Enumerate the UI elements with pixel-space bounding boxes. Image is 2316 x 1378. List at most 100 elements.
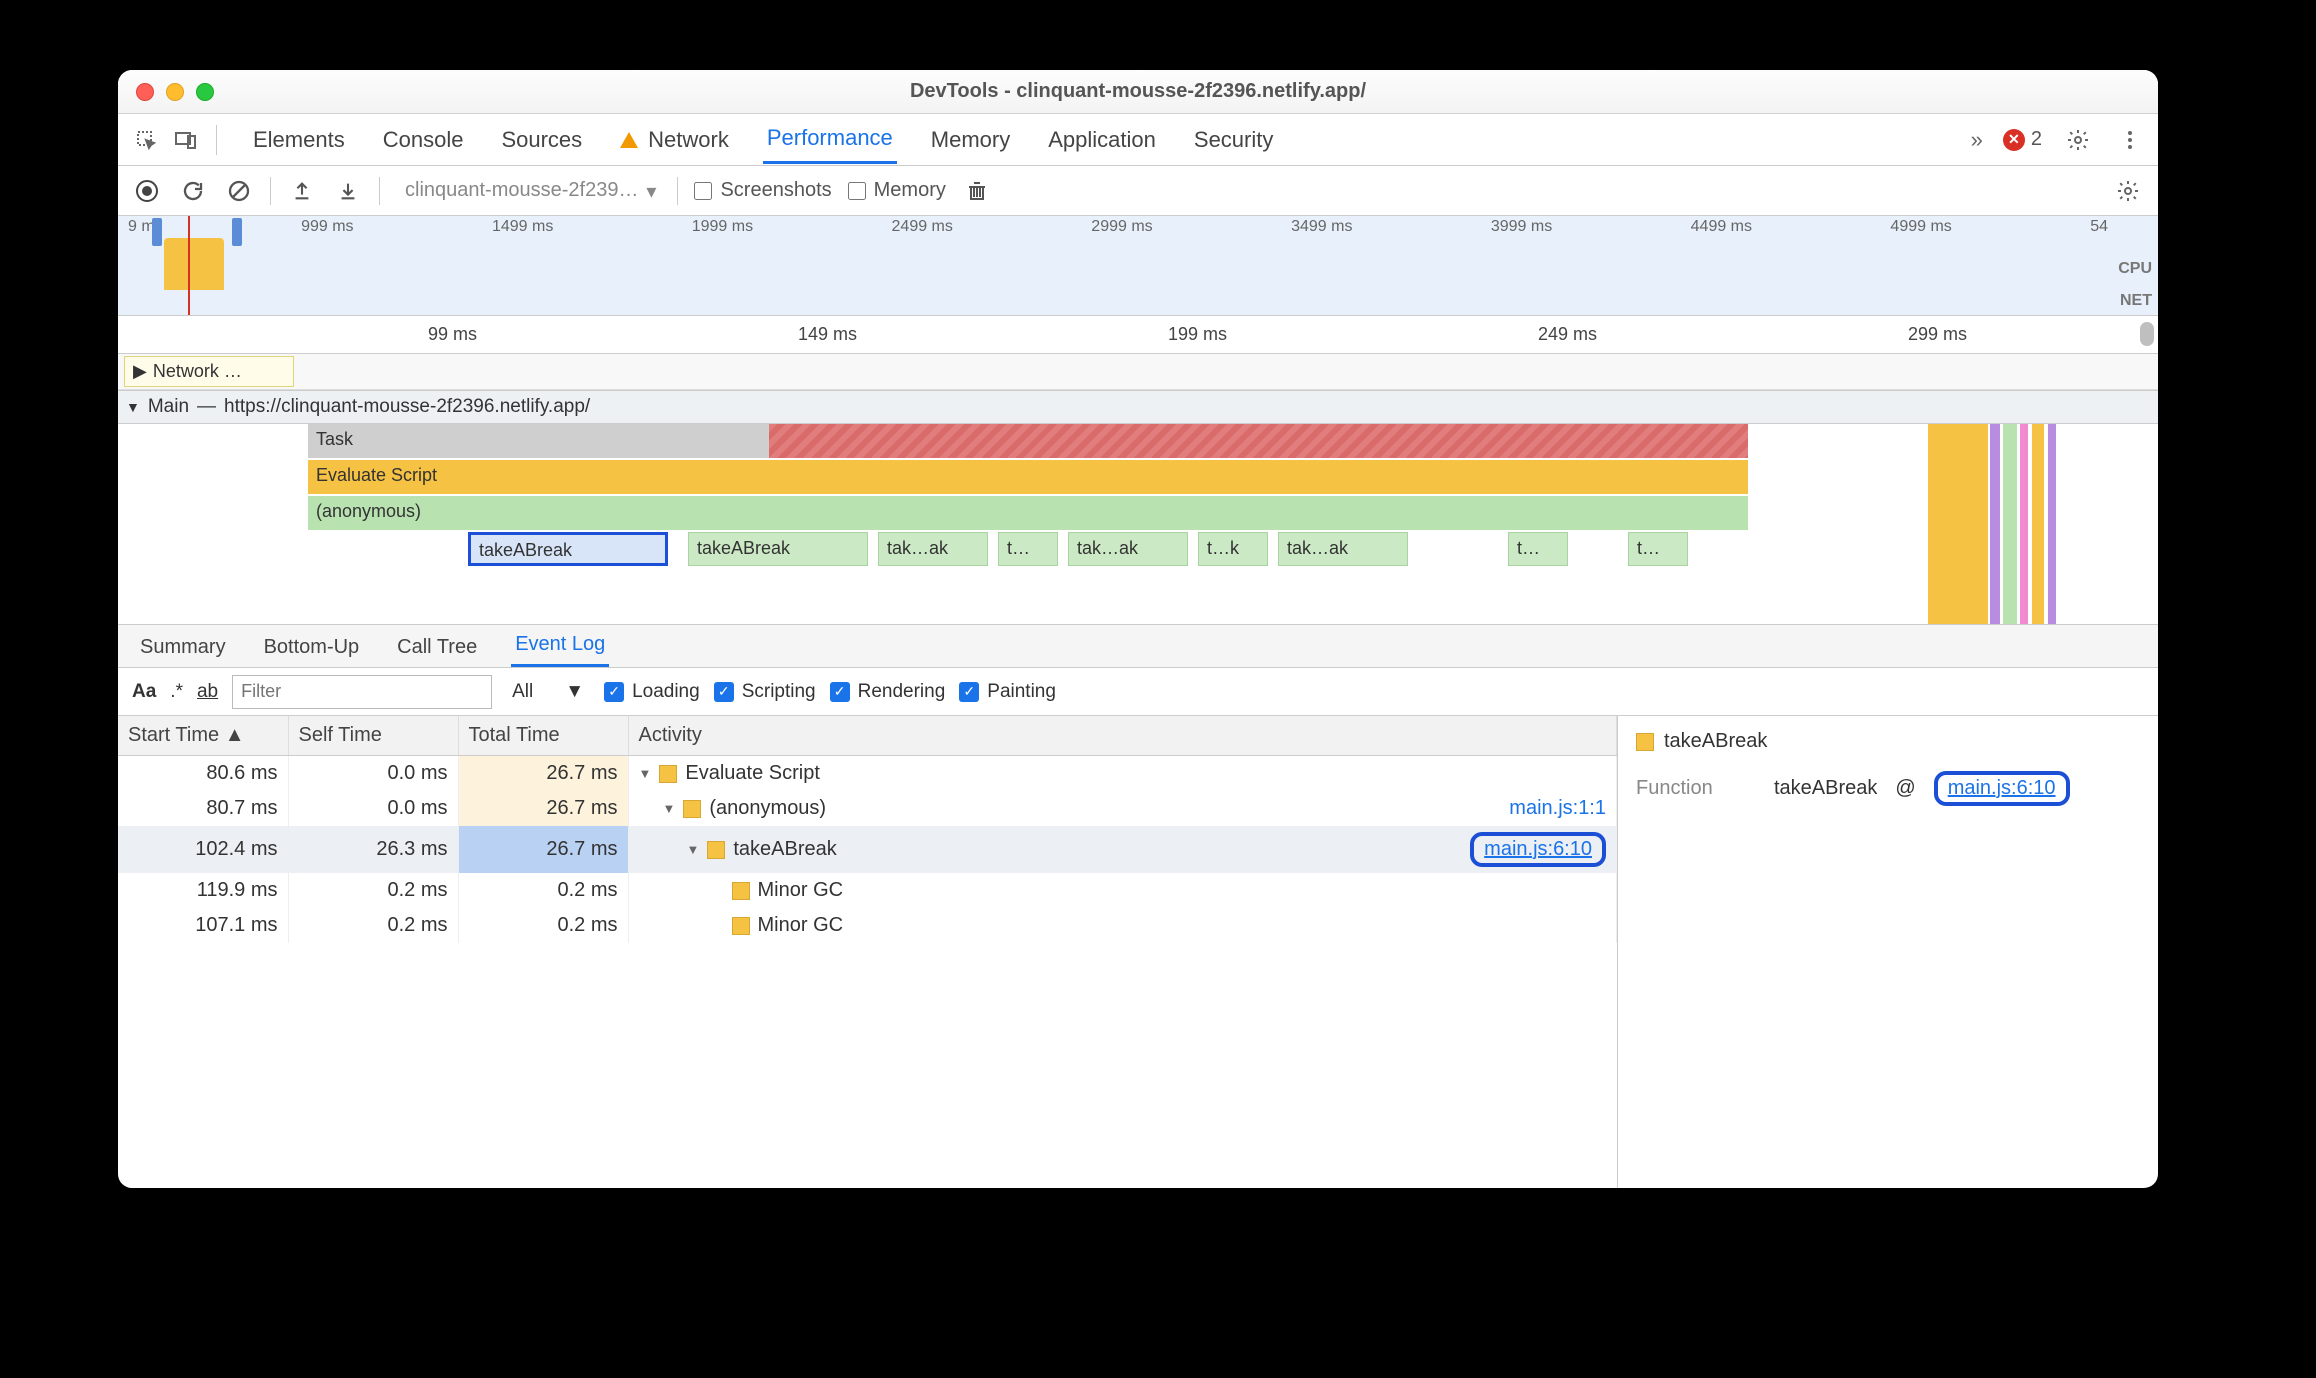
script-icon — [732, 882, 750, 900]
level-select[interactable]: All▼ — [506, 681, 590, 703]
inspect-icon[interactable] — [130, 124, 162, 156]
event-row[interactable]: 80.7 ms0.0 ms26.7 ms▼(anonymous)main.js:… — [118, 791, 1617, 826]
window-title: DevTools - clinquant-mousse-2f2396.netli… — [118, 80, 2158, 103]
event-row[interactable]: 80.6 ms0.0 ms26.7 ms▼Evaluate Script — [118, 756, 1617, 792]
filter-loading[interactable]: ✓Loading — [604, 681, 700, 703]
error-icon: ✕ — [2003, 129, 2025, 151]
detail-tab-eventlog[interactable]: Event Log — [511, 625, 609, 667]
tab-security[interactable]: Security — [1190, 115, 1277, 164]
flame-call[interactable]: tak…ak — [878, 532, 988, 566]
details-title: takeABreak — [1664, 730, 1767, 753]
download-button[interactable] — [333, 176, 363, 206]
flame-call[interactable]: takeABreak — [688, 532, 868, 566]
network-track[interactable]: ▶ Network … — [118, 354, 2158, 390]
source-link-circled: main.js:6:10 — [1470, 832, 1606, 867]
tab-sources[interactable]: Sources — [497, 115, 586, 164]
filter-scripting[interactable]: ✓Scripting — [714, 681, 816, 703]
flame-call[interactable]: t…k — [1198, 532, 1268, 566]
event-row[interactable]: 102.4 ms26.3 ms26.7 ms▼takeABreakmain.js… — [118, 826, 1617, 873]
source-link[interactable]: main.js:6:10 — [1484, 838, 1592, 860]
flame-ruler[interactable]: 99 ms 149 ms 199 ms 249 ms 299 ms — [118, 316, 2158, 354]
main-track-label: Main — [148, 396, 189, 418]
activity-name: Minor GC — [758, 914, 844, 937]
error-count-badge[interactable]: ✕ 2 — [2003, 128, 2042, 151]
flame-call[interactable]: t… — [1628, 532, 1688, 566]
regex-toggle[interactable]: .* — [170, 681, 183, 703]
chevron-down-icon[interactable]: ▼ — [639, 766, 652, 781]
script-icon — [659, 765, 677, 783]
tab-elements[interactable]: Elements — [249, 115, 349, 164]
activity-name: (anonymous) — [709, 797, 826, 820]
main-track-url: https://clinquant-mousse-2f2396.netlify.… — [224, 396, 590, 418]
devtools-window: DevTools - clinquant-mousse-2f2396.netli… — [118, 70, 2158, 1188]
filter-rendering[interactable]: ✓Rendering — [830, 681, 946, 703]
flame-anonymous[interactable]: (anonymous) — [308, 496, 1748, 530]
filter-bar: Aa .* ab All▼ ✓Loading ✓Scripting ✓Rende… — [118, 668, 2158, 716]
flame-chart[interactable]: Task Evaluate Script (anonymous) takeABr… — [118, 424, 2158, 624]
collect-garbage-icon[interactable] — [962, 176, 992, 206]
filter-input[interactable] — [232, 675, 492, 709]
device-mode-icon[interactable] — [170, 124, 202, 156]
overview-cpu-thumb — [164, 238, 224, 290]
record-button[interactable] — [132, 176, 162, 206]
detail-split: Start Time ▲ Self Time Total Time Activi… — [118, 716, 2158, 1188]
tab-console[interactable]: Console — [379, 115, 468, 164]
detail-tab-bottomup[interactable]: Bottom-Up — [260, 628, 364, 667]
details-source-link-circled: main.js:6:10 — [1934, 771, 2070, 806]
script-icon — [1636, 733, 1654, 751]
source-link[interactable]: main.js:1:1 — [1509, 797, 1606, 819]
memory-checkbox[interactable]: Memory — [848, 179, 946, 202]
details-panel: takeABreak Function takeABreak @ main.js… — [1618, 716, 2158, 1188]
screenshots-checkbox[interactable]: Screenshots — [694, 179, 831, 202]
filter-painting[interactable]: ✓Painting — [959, 681, 1056, 703]
panel-tabs-row: Elements Console Sources Network Perform… — [118, 114, 2158, 166]
flame-call[interactable]: tak…ak — [1278, 532, 1408, 566]
detail-tabs: Summary Bottom-Up Call Tree Event Log — [118, 624, 2158, 668]
flame-task[interactable]: Task — [308, 424, 1748, 458]
network-disclosure[interactable]: ▶ Network … — [124, 356, 294, 387]
flame-call-selected[interactable]: takeABreak — [468, 532, 668, 566]
flame-call[interactable]: t… — [1508, 532, 1568, 566]
activity-name: takeABreak — [733, 838, 836, 861]
overview-net-label: NET — [2120, 292, 2152, 310]
main-track-header[interactable]: ▼ Main — https://clinquant-mousse-2f2396… — [118, 390, 2158, 424]
details-source-link[interactable]: main.js:6:10 — [1948, 777, 2056, 799]
panel-tabs: Elements Console Sources Network Perform… — [249, 115, 1277, 164]
event-log-table[interactable]: Start Time ▲ Self Time Total Time Activi… — [118, 716, 1618, 1188]
tab-application[interactable]: Application — [1044, 115, 1160, 164]
scrollbar-thumb[interactable] — [2140, 322, 2154, 346]
page-selector[interactable]: clinquant-mousse-2f239… — [396, 176, 661, 205]
chevron-down-icon[interactable]: ▼ — [663, 801, 676, 816]
flame-call[interactable]: tak…ak — [1068, 532, 1188, 566]
case-sensitive-toggle[interactable]: Aa — [132, 681, 156, 703]
match-whole-toggle[interactable]: ab — [197, 681, 218, 703]
upload-button[interactable] — [287, 176, 317, 206]
detail-tab-calltree[interactable]: Call Tree — [393, 628, 481, 667]
capture-settings-icon[interactable] — [2112, 175, 2144, 207]
flame-evaluate-script[interactable]: Evaluate Script — [308, 460, 1748, 494]
activity-name: Minor GC — [758, 879, 844, 902]
event-row[interactable]: 119.9 ms0.2 ms0.2 msMinor GC — [118, 873, 1617, 908]
flame-call[interactable]: t… — [998, 532, 1058, 566]
chevron-down-icon[interactable]: ▼ — [687, 842, 700, 857]
script-icon — [732, 917, 750, 935]
details-function-label: Function — [1636, 777, 1756, 800]
tab-network[interactable]: Network — [616, 115, 733, 164]
overflow-tabs-icon[interactable]: » — [1971, 127, 1983, 153]
event-row[interactable]: 107.1 ms0.2 ms0.2 msMinor GC — [118, 908, 1617, 943]
more-icon[interactable] — [2114, 124, 2146, 156]
settings-icon[interactable] — [2062, 124, 2094, 156]
reload-button[interactable] — [178, 176, 208, 206]
flame-late-tasks — [1928, 424, 2158, 624]
play-icon: ▶ — [133, 361, 147, 382]
tab-memory[interactable]: Memory — [927, 115, 1014, 164]
script-icon — [683, 800, 701, 818]
detail-tab-summary[interactable]: Summary — [136, 628, 230, 667]
range-handle-right[interactable] — [232, 218, 242, 246]
clear-button[interactable] — [224, 176, 254, 206]
range-handle-left[interactable] — [152, 218, 162, 246]
tab-performance[interactable]: Performance — [763, 115, 897, 164]
timeline-overview[interactable]: 9 ms999 ms1499 ms1999 ms2499 ms2999 ms34… — [118, 216, 2158, 316]
overview-marker — [188, 216, 190, 315]
chevron-down-icon: ▼ — [126, 399, 140, 415]
